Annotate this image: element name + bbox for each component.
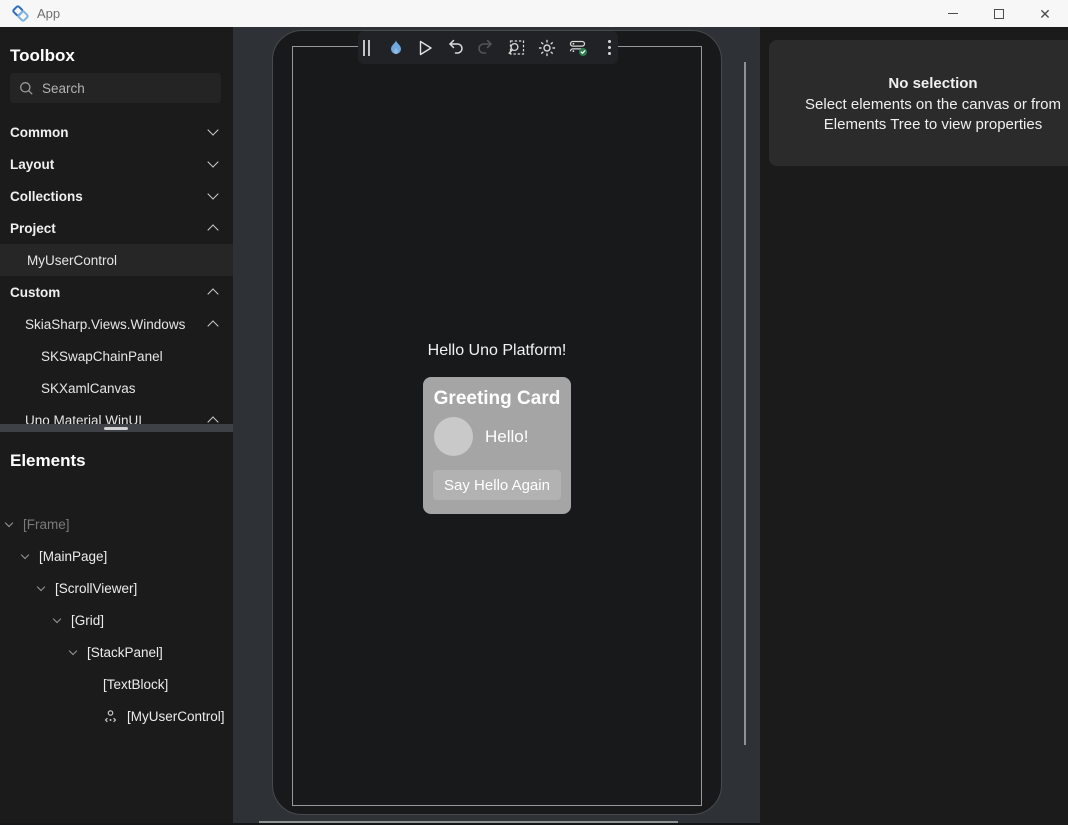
more-options-button[interactable]	[601, 37, 618, 59]
chevron-down-icon	[207, 124, 218, 135]
toolbox-section-layout[interactable]: Layout	[0, 148, 233, 180]
maximize-icon	[994, 9, 1004, 19]
user-control-icon	[104, 710, 117, 723]
element-picker-button[interactable]	[507, 37, 525, 59]
toolbox-section-project[interactable]: Project	[0, 212, 233, 244]
chevron-down-icon	[207, 156, 218, 167]
redo-icon	[477, 39, 494, 56]
no-selection-card: No selection Select elements on the canv…	[769, 40, 1068, 166]
theme-toggle-button[interactable]	[538, 37, 556, 59]
say-hello-again-button[interactable]: Say Hello Again	[433, 470, 561, 500]
greeting-card-title[interactable]: Greeting Card	[423, 377, 571, 410]
maximize-button[interactable]	[976, 0, 1022, 27]
runtime-checks-icon	[569, 39, 588, 57]
panel-splitter[interactable]	[0, 424, 233, 432]
chevron-down-icon	[53, 615, 61, 623]
window-title: App	[37, 6, 60, 21]
no-selection-title: No selection	[769, 75, 1068, 92]
chevron-up-icon	[207, 224, 218, 235]
toolbox-title: Toolbox	[0, 27, 233, 66]
kebab-menu-icon	[608, 40, 611, 55]
toolbox-search[interactable]	[10, 73, 221, 103]
play-icon	[418, 40, 433, 56]
toolbox-group-uno-material[interactable]: Uno Material WinUI	[0, 404, 233, 424]
search-icon	[19, 81, 34, 96]
tree-item-mainpage[interactable]: [MainPage]	[0, 540, 233, 572]
elements-title: Elements	[0, 432, 233, 471]
toolbox-panel: Toolbox Common Layout Collections Projec…	[0, 27, 233, 424]
toolbox-section-collections[interactable]: Collections	[0, 180, 233, 212]
greeting-message[interactable]: Hello!	[485, 427, 528, 447]
app-logo-icon	[12, 5, 29, 22]
undo-icon	[447, 39, 464, 56]
greeting-card[interactable]: Greeting Card Hello! Say Hello Again	[423, 377, 571, 514]
tree-item-myusercontrol[interactable]: [MyUserControl]	[0, 700, 233, 732]
minimize-button[interactable]	[930, 0, 976, 27]
avatar[interactable]	[434, 417, 473, 456]
window-controls: ✕	[930, 0, 1068, 27]
chevron-down-icon	[207, 188, 218, 199]
play-button[interactable]	[418, 37, 435, 59]
chevron-down-icon	[69, 647, 77, 655]
search-input[interactable]	[42, 81, 202, 96]
undo-button[interactable]	[447, 37, 464, 59]
hot-reload-flame-icon	[388, 39, 404, 57]
chevron-down-icon	[21, 551, 29, 559]
canvas-textblock[interactable]: Hello Uno Platform!	[292, 342, 702, 360]
drag-handle-icon	[363, 40, 370, 56]
tree-item-stackpanel[interactable]: [StackPanel]	[0, 636, 233, 668]
sun-icon	[538, 39, 556, 57]
chevron-up-icon	[207, 320, 218, 331]
hot-reload-button[interactable]	[388, 37, 405, 59]
close-button[interactable]: ✕	[1022, 0, 1068, 27]
toolbox-section-common[interactable]: Common	[0, 116, 233, 148]
toolbox-item-myusercontrol[interactable]: MyUserControl	[0, 244, 233, 276]
minimize-icon	[948, 13, 958, 14]
tree-item-textblock[interactable]: [TextBlock]	[0, 668, 233, 700]
runtime-checks-button[interactable]	[569, 37, 588, 59]
chevron-down-icon	[37, 583, 45, 591]
toolbox-section-custom[interactable]: Custom	[0, 276, 233, 308]
chevron-down-icon	[5, 519, 13, 527]
chevron-up-icon	[207, 288, 218, 299]
toolbox-item-skxamlcanvas[interactable]: SKXamlCanvas	[0, 372, 233, 404]
chevron-up-icon	[207, 416, 218, 424]
tree-item-scrollviewer[interactable]: [ScrollViewer]	[0, 572, 233, 604]
titlebar: App ✕	[0, 0, 1068, 27]
properties-panel: No selection Select elements on the canv…	[760, 27, 1068, 825]
tree-item-grid[interactable]: [Grid]	[0, 604, 233, 636]
splitter-grip-icon	[104, 427, 128, 430]
vertical-scrollbar[interactable]	[744, 62, 746, 745]
no-selection-message: Select elements on the canvas or from El…	[794, 95, 1068, 135]
toolbar-drag-handle[interactable]	[358, 37, 375, 59]
left-sidebar: Toolbox Common Layout Collections Projec…	[0, 27, 233, 825]
toolbox-group-skiasharp[interactable]: SkiaSharp.Views.Windows	[0, 308, 233, 340]
tree-item-frame[interactable]: [Frame]	[0, 508, 233, 540]
close-icon: ✕	[1039, 7, 1051, 21]
elements-panel: Elements [Frame] [MainPage] [ScrollViewe…	[0, 432, 233, 825]
designer-toolbar	[358, 31, 618, 64]
element-picker-icon	[507, 39, 525, 57]
redo-button[interactable]	[477, 37, 494, 59]
toolbox-item-skswapchainpanel[interactable]: SKSwapChainPanel	[0, 340, 233, 372]
